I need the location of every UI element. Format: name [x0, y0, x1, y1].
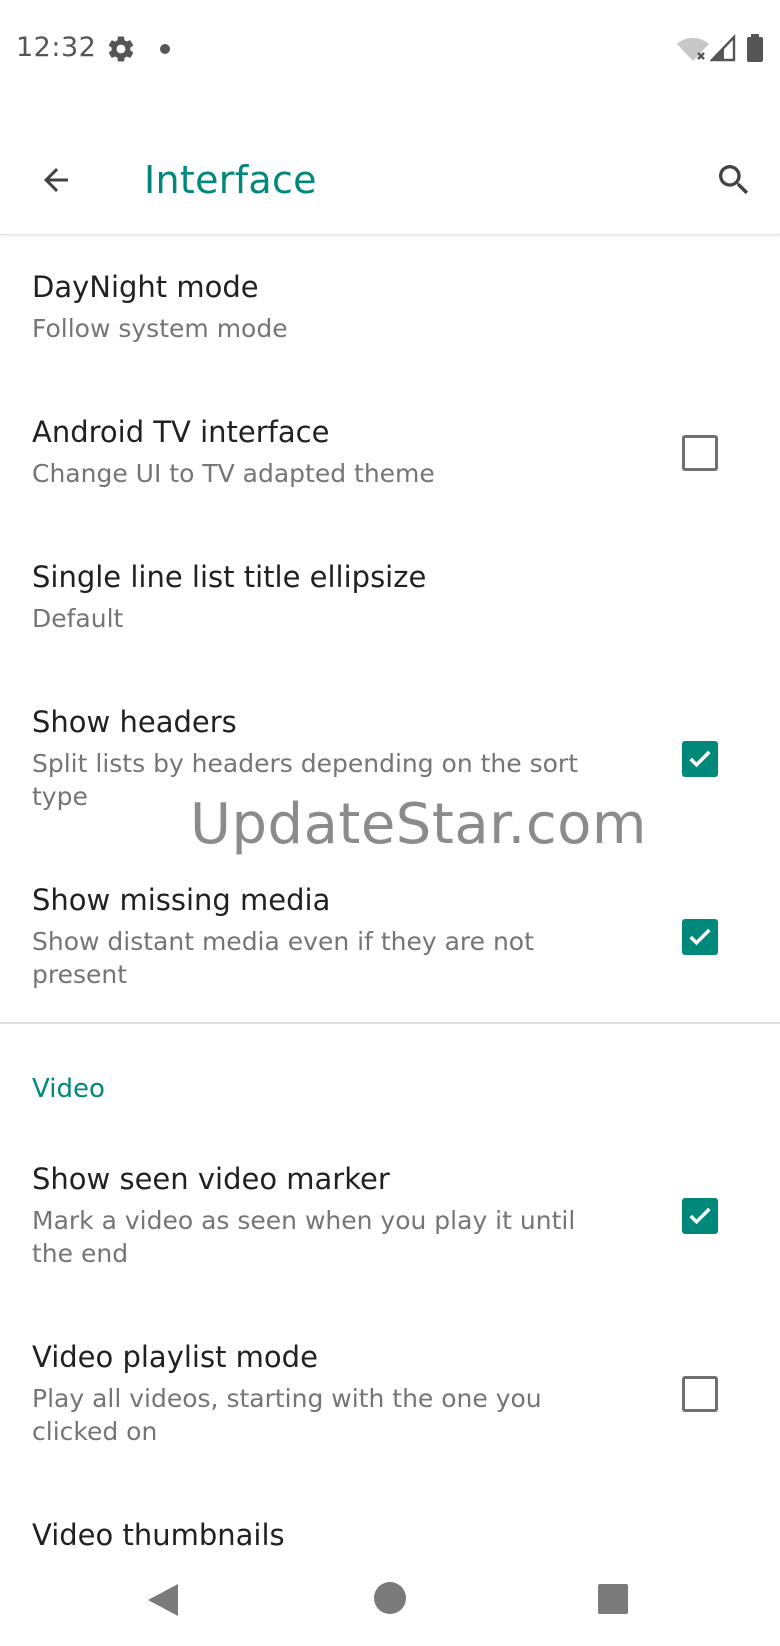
gear-icon [108, 36, 134, 62]
pref-title: Video playlist mode [32, 1340, 318, 1374]
nav-recents-icon[interactable] [598, 1584, 628, 1614]
cell-signal-icon [710, 34, 736, 62]
pref-summary: Show distant media even if they are not … [32, 927, 534, 989]
pref-show-seen-video-marker[interactable]: Show seen video marker Mark a video as s… [0, 1132, 780, 1297]
nav-back-icon[interactable] [146, 1582, 180, 1618]
pref-android-tv-interface[interactable]: Android TV interface Change UI to TV ada… [0, 385, 780, 525]
wifi-off-icon [677, 38, 709, 61]
pref-video-thumbnails[interactable]: Video thumbnails [0, 1488, 780, 1546]
video-playlist-mode-checkbox[interactable] [682, 1376, 718, 1412]
notification-dot-icon [160, 44, 170, 54]
pref-title: Android TV interface [32, 415, 330, 449]
back-button[interactable] [28, 152, 84, 208]
section-divider [0, 1022, 780, 1024]
pref-title: Show headers [32, 705, 237, 739]
arrow-back-icon [44, 168, 68, 192]
nav-home-icon[interactable] [374, 1582, 406, 1614]
check-icon [689, 750, 711, 768]
pref-title: Single line list title ellipsize [32, 560, 427, 594]
show-seen-video-marker-checkbox[interactable] [682, 1198, 718, 1234]
pref-title-ellipsize[interactable]: Single line list title ellipsize Default [0, 530, 780, 670]
android-tv-checkbox[interactable] [682, 435, 718, 471]
pref-summary: Default [32, 604, 124, 633]
search-icon [719, 165, 749, 195]
navigation-bar [0, 1546, 780, 1646]
app-bar: Interface [0, 120, 780, 235]
search-button[interactable] [706, 152, 762, 208]
check-icon [689, 1207, 711, 1225]
battery-icon [747, 34, 763, 62]
show-missing-media-checkbox[interactable] [682, 919, 718, 955]
pref-title: Video thumbnails [32, 1518, 285, 1546]
pref-daynight-mode[interactable]: DayNight mode Follow system mode [0, 240, 780, 380]
page-title: Interface [144, 158, 317, 202]
pref-summary: Mark a video as seen when you play it un… [32, 1206, 576, 1268]
section-header-video: Video [32, 1074, 105, 1104]
pref-title: Show missing media [32, 883, 331, 917]
pref-title: DayNight mode [32, 270, 259, 304]
pref-summary: Change UI to TV adapted theme [32, 459, 435, 488]
status-time: 12:32 [16, 32, 97, 63]
check-icon [689, 928, 711, 946]
pref-video-playlist-mode[interactable]: Video playlist mode Play all videos, sta… [0, 1310, 780, 1475]
pref-show-missing-media[interactable]: Show missing media Show distant media ev… [0, 853, 780, 1018]
preferences-list: DayNight mode Follow system mode Android… [0, 236, 780, 1546]
watermark: UpdateStar.com [190, 792, 647, 857]
pref-title: Show seen video marker [32, 1162, 390, 1196]
pref-summary: Play all videos, starting with the one y… [32, 1384, 542, 1446]
show-headers-checkbox[interactable] [682, 741, 718, 777]
status-bar: 12:32 [0, 0, 780, 100]
pref-summary: Follow system mode [32, 314, 288, 343]
